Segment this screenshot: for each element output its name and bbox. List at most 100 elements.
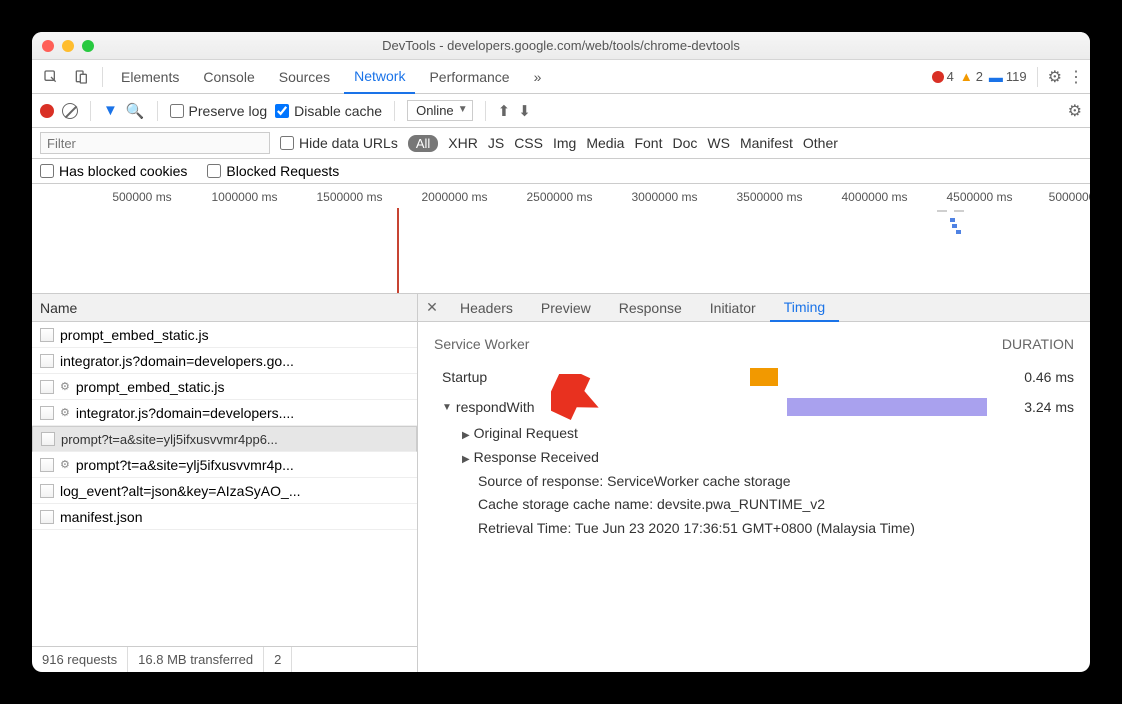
filter-type-ws[interactable]: WS — [707, 135, 730, 151]
original-request-row[interactable]: ▶ Original Request — [462, 422, 1074, 446]
close-window-button[interactable] — [42, 40, 54, 52]
request-row[interactable]: ⚙prompt?t=a&site=ylj5ifxusvvmr4p... — [32, 452, 417, 478]
filter-input[interactable] — [40, 132, 270, 154]
filter-row-2: Has blocked cookies Blocked Requests — [32, 159, 1090, 184]
right-cluster: 4 ▲2 ▬119 ⚙ ⋮ — [932, 67, 1084, 87]
disable-cache-checkbox[interactable]: Disable cache — [275, 103, 382, 119]
respondwith-bar — [787, 398, 987, 416]
filter-type-font[interactable]: Font — [634, 135, 662, 151]
record-button[interactable] — [40, 104, 54, 118]
subtab-headers[interactable]: Headers — [446, 294, 527, 322]
file-icon — [40, 484, 54, 498]
file-icon — [40, 458, 54, 472]
filter-type-other[interactable]: Other — [803, 135, 838, 151]
filter-type-css[interactable]: CSS — [514, 135, 543, 151]
gear-icon: ⚙ — [60, 380, 70, 393]
filter-type-js[interactable]: JS — [488, 135, 504, 151]
subtab-response[interactable]: Response — [605, 294, 696, 322]
filter-type-img[interactable]: Img — [553, 135, 576, 151]
subtab-initiator[interactable]: Initiator — [696, 294, 770, 322]
request-list[interactable]: prompt_embed_static.js integrator.js?doma… — [32, 322, 417, 646]
tab-performance[interactable]: Performance — [419, 60, 519, 94]
window-title: DevTools - developers.google.com/web/too… — [32, 38, 1090, 53]
request-name: log_event?alt=json&key=AIzaSyAO_... — [60, 483, 300, 499]
timing-row-respondwith[interactable]: ▼respondWith 3.24 ms — [434, 392, 1074, 422]
request-row[interactable]: ⚙prompt_embed_static.js — [32, 374, 417, 400]
message-count: 119 — [1006, 69, 1027, 84]
close-detail-button[interactable]: ✕ — [418, 299, 446, 316]
panel-settings-icon[interactable]: ⚙ — [1068, 101, 1082, 121]
response-received-label: Response Received — [474, 449, 599, 465]
settings-icon[interactable]: ⚙ — [1048, 67, 1062, 87]
titlebar: DevTools - developers.google.com/web/too… — [32, 32, 1090, 60]
tab-network[interactable]: Network — [344, 60, 415, 94]
clear-button[interactable] — [62, 103, 78, 119]
network-toolbar: ▼ 🔍 Preserve log Disable cache Online▼ ⬆… — [32, 94, 1090, 128]
file-icon — [40, 328, 54, 342]
cache-name: Cache storage cache name: devsite.pwa_RU… — [462, 493, 1074, 517]
startup-duration: 0.46 ms — [994, 369, 1074, 385]
detail-pane: ✕ Headers Preview Response Initiator Tim… — [418, 294, 1090, 672]
tick: 1500000 ms — [297, 190, 402, 204]
device-toggle-icon[interactable] — [68, 64, 94, 90]
startup-bar — [750, 368, 778, 386]
minimize-window-button[interactable] — [62, 40, 74, 52]
subtab-preview[interactable]: Preview — [527, 294, 605, 322]
tab-sources[interactable]: Sources — [269, 60, 340, 94]
hide-data-urls-checkbox[interactable]: Hide data URLs — [280, 135, 398, 151]
error-counter[interactable]: 4 — [932, 69, 954, 84]
timing-section-label: Service Worker — [434, 336, 529, 352]
more-icon[interactable]: ⋮ — [1068, 67, 1084, 87]
request-row[interactable]: prompt?t=a&site=ylj5ifxusvvmr4pp6... — [32, 426, 417, 452]
tick: 2500000 ms — [507, 190, 612, 204]
inspect-icon[interactable] — [38, 64, 64, 90]
warning-count: 2 — [976, 69, 983, 84]
filter-type-media[interactable]: Media — [586, 135, 624, 151]
tick: 3500000 ms — [717, 190, 822, 204]
filter-all[interactable]: All — [408, 135, 438, 152]
throttling-value: Online — [416, 103, 454, 118]
request-list-pane: Name prompt_embed_static.js integrator.js… — [32, 294, 418, 672]
preserve-log-checkbox[interactable]: Preserve log — [170, 103, 268, 119]
tab-overflow[interactable]: » — [524, 60, 552, 94]
request-row[interactable]: prompt_embed_static.js — [32, 322, 417, 348]
search-icon[interactable]: 🔍 — [126, 102, 145, 120]
filter-icon[interactable]: ▼ — [103, 102, 118, 119]
message-counter[interactable]: ▬119 — [989, 69, 1027, 85]
overview-timeline[interactable]: 500000 ms 1000000 ms 1500000 ms 2000000 … — [32, 184, 1090, 294]
warning-counter[interactable]: ▲2 — [960, 69, 983, 84]
tick: 1000000 ms — [192, 190, 297, 204]
filter-type-doc[interactable]: Doc — [672, 135, 697, 151]
throttling-select[interactable]: Online▼ — [407, 100, 473, 121]
blocked-requests-checkbox[interactable]: Blocked Requests — [207, 163, 339, 179]
tab-console[interactable]: Console — [193, 60, 264, 94]
disable-cache-label: Disable cache — [294, 103, 382, 119]
startup-label: Startup — [442, 369, 487, 385]
response-received-row[interactable]: ▶ Response Received — [462, 446, 1074, 470]
status-bar: 916 requests 16.8 MB transferred 2 — [32, 646, 417, 672]
download-icon[interactable]: ⬇ — [518, 102, 531, 120]
request-name: prompt_embed_static.js — [60, 327, 209, 343]
request-row[interactable]: log_event?alt=json&key=AIzaSyAO_... — [32, 478, 417, 504]
request-row[interactable]: integrator.js?domain=developers.go... — [32, 348, 417, 374]
request-name: integrator.js?domain=developers.... — [76, 405, 294, 421]
gear-icon: ⚙ — [60, 406, 70, 419]
upload-icon[interactable]: ⬆ — [498, 102, 511, 120]
request-row[interactable]: manifest.json — [32, 504, 417, 530]
expand-icon: ▼ — [442, 402, 452, 413]
name-header[interactable]: Name — [32, 294, 417, 322]
maximize-window-button[interactable] — [82, 40, 94, 52]
blocked-requests-label: Blocked Requests — [226, 163, 339, 179]
tick: 4500000 ms — [927, 190, 1032, 204]
filter-type-manifest[interactable]: Manifest — [740, 135, 793, 151]
tab-elements[interactable]: Elements — [111, 60, 189, 94]
split-pane: Name prompt_embed_static.js integrator.js… — [32, 294, 1090, 672]
request-name: prompt?t=a&site=ylj5ifxusvvmr4p... — [76, 457, 294, 473]
preserve-log-label: Preserve log — [189, 103, 268, 119]
respondwith-label: respondWith — [456, 399, 535, 415]
request-row[interactable]: ⚙ integrator.js?domain=developers.... — [32, 400, 417, 426]
has-blocked-cookies-checkbox[interactable]: Has blocked cookies — [40, 163, 187, 179]
filter-type-xhr[interactable]: XHR — [448, 135, 478, 151]
request-name: manifest.json — [60, 509, 142, 525]
subtab-timing[interactable]: Timing — [770, 294, 840, 322]
